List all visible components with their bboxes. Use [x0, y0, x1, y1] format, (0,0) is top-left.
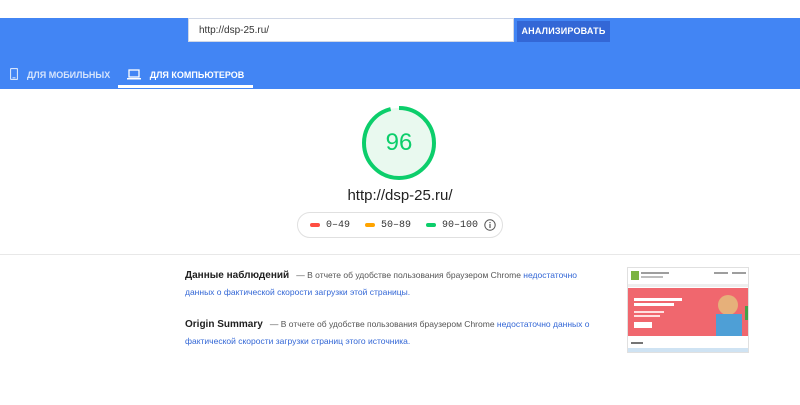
- info-icon[interactable]: [484, 219, 496, 231]
- performance-score: 96: [385, 129, 413, 156]
- analyzed-url: http://dsp-25.ru/: [347, 187, 453, 204]
- page-screenshot-thumbnail: [627, 267, 749, 353]
- origin-summary-text: — В отчете об удобстве пользования брауз…: [269, 319, 495, 329]
- analyze-button[interactable]: АНАЛИЗИРОВАТЬ: [517, 21, 610, 42]
- field-data-text: — В отчете об удобстве пользования брауз…: [296, 270, 521, 280]
- section-divider: [0, 254, 800, 255]
- legend-item-poor: 0–49: [310, 220, 350, 231]
- top-strip: [0, 0, 800, 18]
- tab-mobile[interactable]: ДЛЯ МОБИЛЬНЫХ: [9, 61, 111, 89]
- url-input[interactable]: http://dsp-25.ru/: [188, 18, 514, 42]
- legend-item-good: 90–100: [426, 220, 478, 231]
- origin-summary-section: Origin Summary — В отчете об удобстве по…: [185, 316, 590, 349]
- smartphone-icon: [9, 67, 19, 82]
- origin-summary-title: Origin Summary: [185, 319, 263, 330]
- active-tab-indicator: [118, 85, 253, 88]
- tab-desktop-label: ДЛЯ КОМПЬЮТЕРОВ: [149, 70, 245, 80]
- field-data-section: Данные наблюдений — В отчете об удобстве…: [185, 267, 590, 300]
- score-legend: 0–49 50–89 90–100: [297, 212, 503, 238]
- tab-mobile-label: ДЛЯ МОБИЛЬНЫХ: [27, 70, 111, 80]
- legend-item-average: 50–89: [365, 220, 411, 231]
- field-data-title: Данные наблюдений: [185, 270, 290, 281]
- laptop-icon: [126, 68, 141, 82]
